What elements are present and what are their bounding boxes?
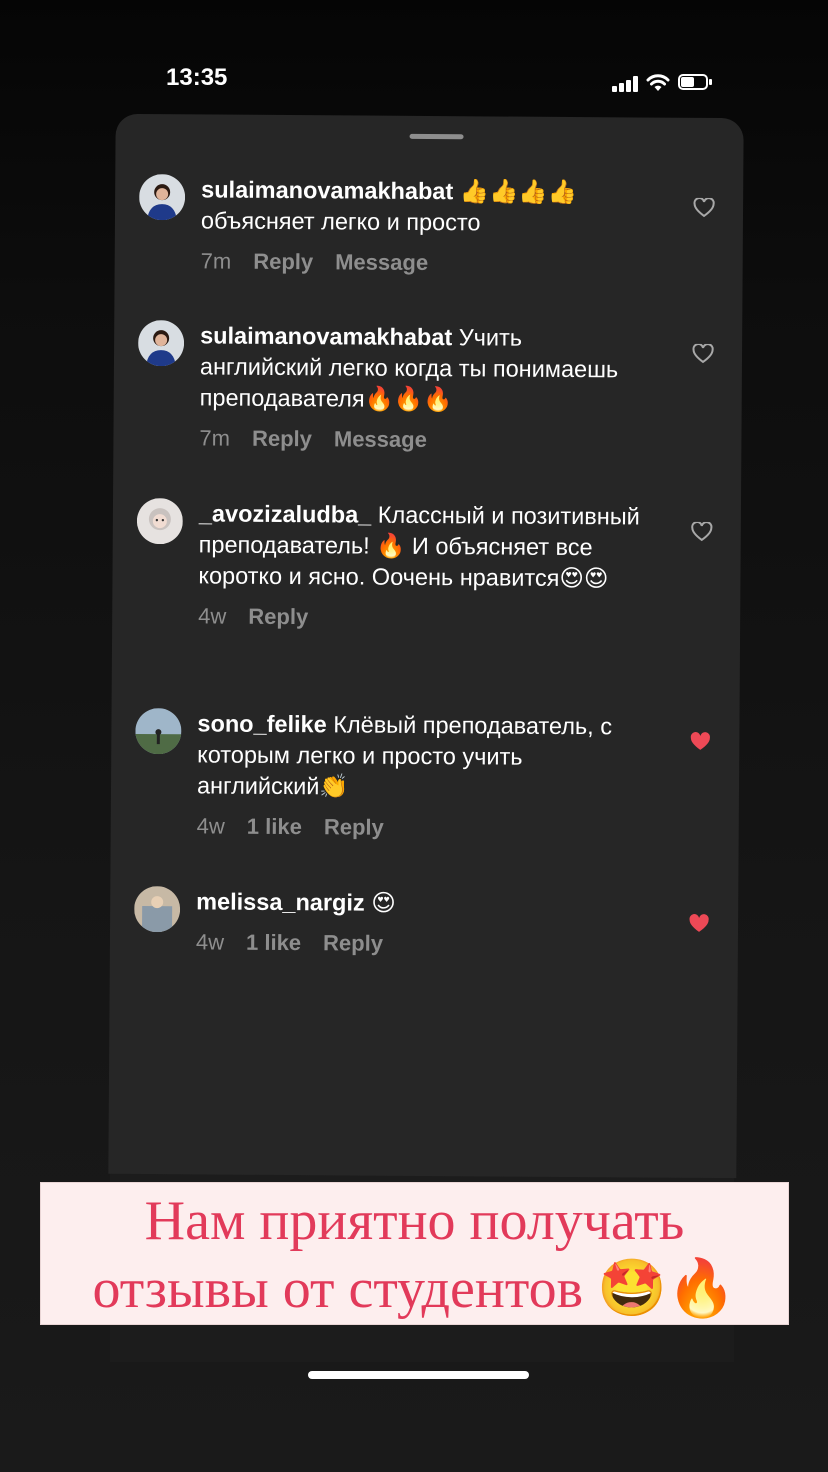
- promo-banner: Нам приятно получать отзывы от студентов…: [40, 1182, 789, 1325]
- comment-time: 7m: [200, 248, 232, 274]
- heart-filled-icon[interactable]: [688, 914, 710, 934]
- comment-meta: 4w Reply: [198, 603, 648, 632]
- message-button[interactable]: Message: [335, 249, 428, 275]
- reply-button[interactable]: Reply: [252, 426, 312, 451]
- comment-meta: 4w 1 like Reply: [197, 813, 647, 842]
- comment-item: sulaimanovamakhabat Учить английский лег…: [137, 319, 714, 452]
- comment-meta: 7m Reply Message: [199, 425, 649, 454]
- avatar[interactable]: [135, 707, 182, 755]
- reply-button[interactable]: Reply: [323, 930, 383, 955]
- avatar[interactable]: [136, 497, 184, 545]
- status-bar: 13:35: [0, 0, 828, 110]
- sheet-grabber[interactable]: [409, 133, 464, 140]
- heart-outline-icon[interactable]: [693, 197, 715, 218]
- comment-username[interactable]: sulaimanovamakhabat: [200, 322, 452, 350]
- battery-icon: [678, 74, 712, 92]
- comment-username[interactable]: melissa_nargiz: [196, 888, 365, 915]
- comment-username[interactable]: sono_felike: [197, 710, 326, 737]
- comment-username[interactable]: sulaimanovamakhabat: [201, 176, 453, 204]
- likes-count[interactable]: 1 like: [246, 930, 301, 955]
- comment-item: _avozizaludba_ Классный и позитивный пре…: [136, 497, 713, 629]
- comment-meta: 4w 1 like Reply: [196, 929, 646, 958]
- status-time: 13:35: [166, 64, 228, 91]
- comment-meta: 7m Reply Message: [201, 248, 651, 277]
- banner-line-1: Нам приятно получать: [144, 1190, 685, 1252]
- comment-text: 😍: [364, 889, 396, 916]
- avatar[interactable]: [138, 173, 186, 221]
- cellular-signal-icon: [612, 76, 640, 92]
- comment-item: sono_felike Клёвый преподаватель, с кото…: [135, 707, 710, 840]
- likes-count[interactable]: 1 like: [247, 814, 302, 839]
- message-button[interactable]: Message: [334, 426, 427, 452]
- reply-button[interactable]: Reply: [248, 604, 308, 629]
- heart-outline-icon[interactable]: [691, 521, 713, 542]
- heart-filled-icon[interactable]: [689, 732, 711, 752]
- comments-sheet[interactable]: sulaimanovamakhabat 👍👍👍👍 объясняет легко…: [108, 113, 744, 1179]
- comment-time: 7m: [199, 425, 231, 451]
- avatar[interactable]: [133, 885, 181, 933]
- banner-line-2: отзывы от студентов 🤩🔥: [92, 1258, 737, 1320]
- heart-outline-icon[interactable]: [692, 343, 714, 364]
- home-indicator[interactable]: [308, 1371, 529, 1379]
- comment-item: melissa_nargiz 😍 4w 1 like Reply: [133, 885, 709, 956]
- reply-button[interactable]: Reply: [324, 814, 384, 839]
- comment-item: sulaimanovamakhabat 👍👍👍👍 объясняет легко…: [138, 173, 715, 275]
- comment-time: 4w: [198, 603, 227, 629]
- avatar[interactable]: [137, 319, 185, 367]
- reply-button[interactable]: Reply: [253, 249, 313, 274]
- wifi-icon: [646, 72, 670, 94]
- comment-time: 4w: [196, 813, 225, 839]
- comment-time: 4w: [195, 929, 225, 955]
- comment-username[interactable]: _avozizaludba_: [199, 500, 372, 527]
